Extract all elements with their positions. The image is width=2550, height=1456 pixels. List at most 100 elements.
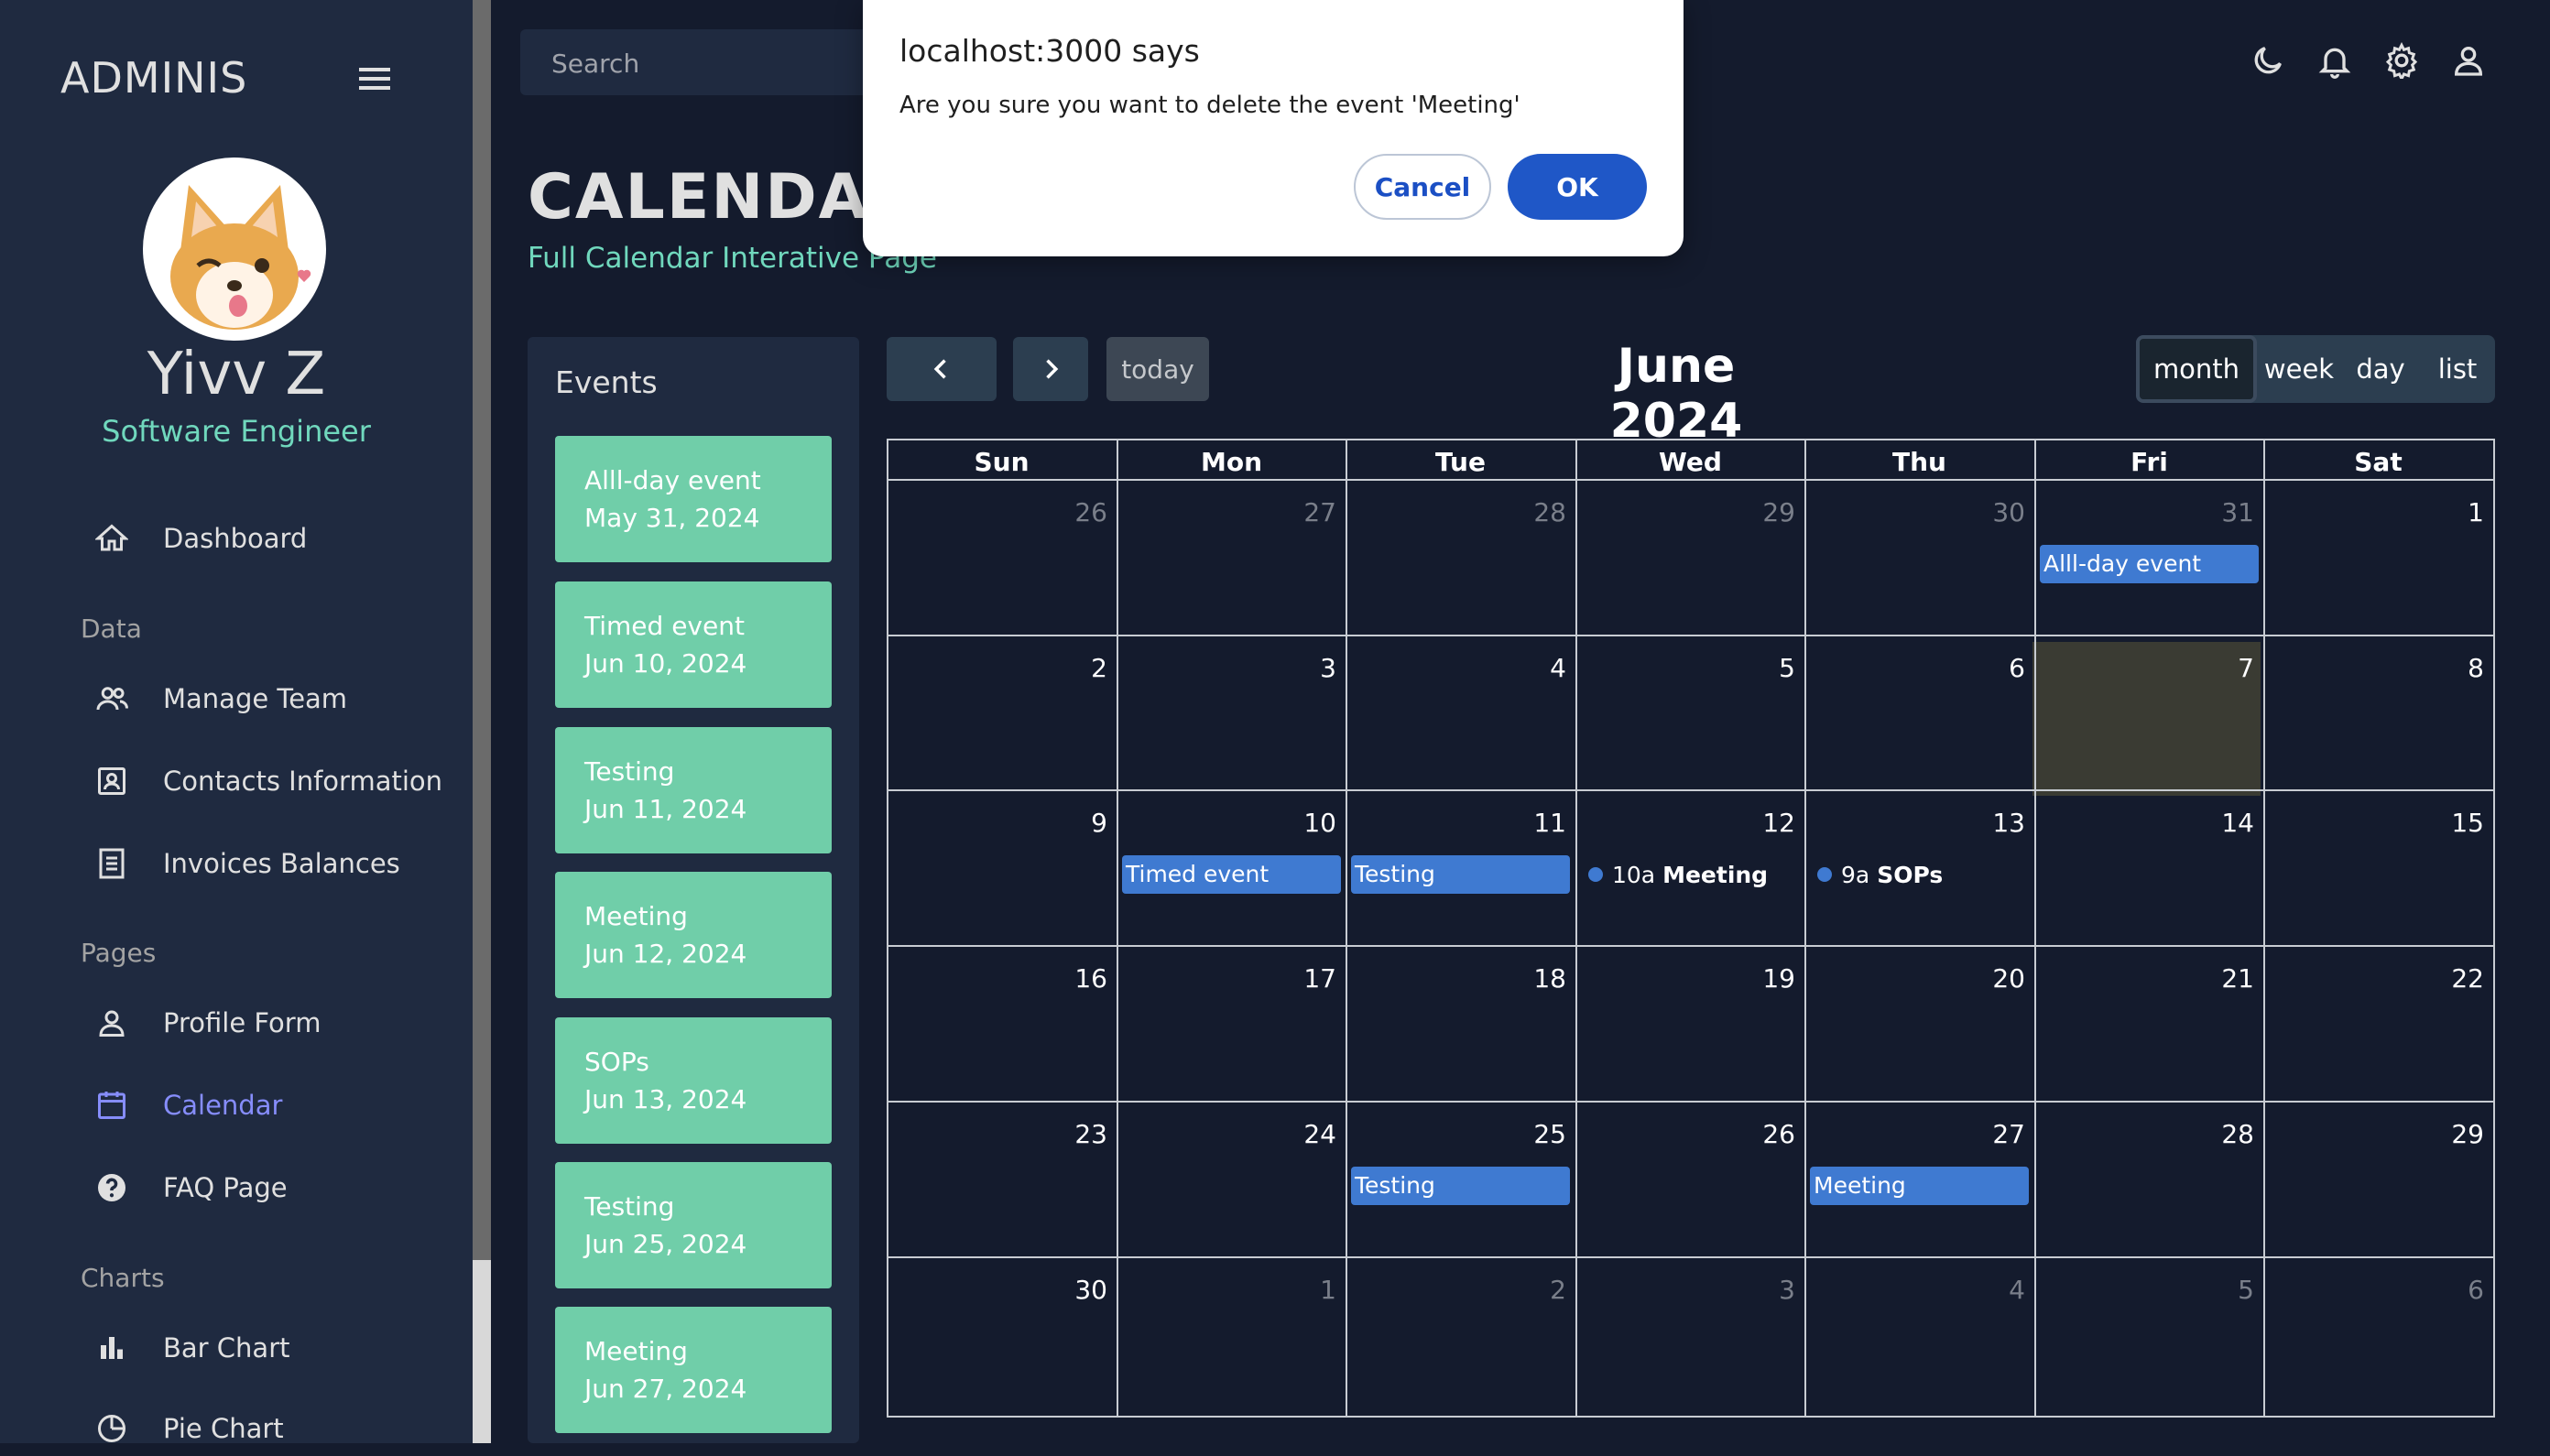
calendar-icon [92, 1085, 132, 1125]
events-panel: Events Alll-day event May 31, 2024 Timed … [528, 337, 859, 1443]
day-number[interactable]: 27 [1970, 1119, 2025, 1149]
event-card[interactable]: Testing Jun 25, 2024 [555, 1162, 832, 1288]
day-number[interactable]: 13 [1970, 808, 2025, 838]
sidebar-item-invoices[interactable]: Invoices Balances [92, 836, 400, 891]
day-number[interactable]: 11 [1511, 808, 1566, 838]
sidebar-item-contacts[interactable]: Contacts Information [92, 754, 442, 809]
day-number[interactable]: 5 [1740, 653, 1795, 683]
grid-column-line [2034, 439, 2036, 1418]
event-card[interactable]: SOPs Jun 13, 2024 [555, 1017, 832, 1144]
day-number[interactable]: 7 [2199, 653, 2254, 683]
grid-row-line [887, 635, 2495, 636]
today-button[interactable]: today [1106, 337, 1209, 401]
day-number[interactable]: 23 [1052, 1119, 1107, 1149]
day-number[interactable]: 3 [1281, 653, 1336, 683]
prev-button[interactable] [887, 337, 997, 401]
event-card[interactable]: Timed event Jun 10, 2024 [555, 581, 832, 708]
view-day-button[interactable]: day [2341, 335, 2420, 403]
day-number[interactable]: 20 [1970, 963, 2025, 994]
event-card[interactable]: Alll-day event May 31, 2024 [555, 436, 832, 562]
day-number[interactable]: 28 [1511, 497, 1566, 527]
dark-mode-icon[interactable] [2250, 42, 2286, 79]
sidebar-item-label: Pie Chart [163, 1413, 284, 1444]
nav-section-pages: Pages [81, 938, 157, 968]
ok-button[interactable]: OK [1508, 154, 1647, 220]
sidebar-item-calendar[interactable]: Calendar [92, 1078, 282, 1133]
day-number[interactable]: 30 [1052, 1275, 1107, 1305]
day-number[interactable]: 18 [1511, 963, 1566, 994]
day-number[interactable]: 1 [1281, 1275, 1336, 1305]
sidebar-scrollbar[interactable] [473, 0, 491, 1443]
sidebar-item-pie-chart[interactable]: Pie Chart [92, 1401, 284, 1456]
calendar-event[interactable]: Alll-day event [2040, 545, 2259, 583]
day-number[interactable]: 16 [1052, 963, 1107, 994]
day-number[interactable]: 24 [1281, 1119, 1336, 1149]
view-list-button[interactable]: list [2420, 335, 2495, 403]
sidebar-item-profile-form[interactable]: Profile Form [92, 995, 321, 1050]
event-time: 10a [1612, 861, 1663, 888]
day-number[interactable]: 22 [2429, 963, 2484, 994]
view-month-button[interactable]: month [2136, 335, 2257, 403]
event-name: Testing [584, 756, 675, 787]
day-number[interactable]: 1 [2429, 497, 2484, 527]
notifications-icon[interactable] [2316, 42, 2353, 79]
day-number[interactable]: 6 [2429, 1275, 2484, 1305]
day-number[interactable]: 19 [1740, 963, 1795, 994]
day-number[interactable]: 5 [2199, 1275, 2254, 1305]
brand-logo: ADMINIS [60, 53, 248, 103]
view-week-button[interactable]: week [2257, 335, 2341, 403]
calendar-event[interactable]: 10a Meeting [1588, 856, 1768, 893]
calendar-event[interactable]: Testing [1351, 855, 1570, 894]
event-card[interactable]: Meeting Jun 12, 2024 [555, 872, 832, 998]
day-number[interactable]: 14 [2199, 808, 2254, 838]
day-number[interactable]: 15 [2429, 808, 2484, 838]
sidebar-item-manage-team[interactable]: Manage Team [92, 671, 347, 726]
weekday-header: Tue [1435, 447, 1486, 477]
event-card[interactable]: Testing Jun 11, 2024 [555, 727, 832, 853]
cancel-button[interactable]: Cancel [1354, 154, 1491, 220]
event-date: Jun 11, 2024 [584, 794, 747, 824]
calendar-event[interactable]: Testing [1351, 1167, 1570, 1205]
day-number[interactable]: 26 [1052, 497, 1107, 527]
day-number[interactable]: 17 [1281, 963, 1336, 994]
day-number[interactable]: 2 [1052, 653, 1107, 683]
day-number[interactable]: 9 [1052, 808, 1107, 838]
day-number[interactable]: 27 [1281, 497, 1336, 527]
event-name: Testing [584, 1191, 675, 1222]
sidebar-item-faq[interactable]: FAQ Page [92, 1160, 288, 1215]
day-number[interactable]: 21 [2199, 963, 2254, 994]
calendar-event[interactable]: Timed event [1122, 855, 1341, 894]
sidebar-scrollbar-thumb[interactable] [473, 1260, 491, 1443]
event-card[interactable]: Meeting Jun 27, 2024 [555, 1307, 832, 1433]
calendar-event[interactable]: Meeting [1810, 1167, 2029, 1205]
day-number[interactable]: 29 [1740, 497, 1795, 527]
day-number[interactable]: 28 [2199, 1119, 2254, 1149]
day-number[interactable]: 3 [1740, 1275, 1795, 1305]
calendar-title: June 2024 [1609, 339, 1743, 449]
day-number[interactable]: 26 [1740, 1119, 1795, 1149]
home-icon [92, 518, 132, 559]
sidebar-item-bar-chart[interactable]: Bar Chart [92, 1320, 290, 1375]
profile-icon[interactable] [2450, 42, 2487, 79]
search-input[interactable] [550, 46, 828, 81]
settings-icon[interactable] [2383, 42, 2420, 79]
sidebar-item-dashboard[interactable]: Dashboard [92, 511, 307, 566]
next-button[interactable] [1013, 337, 1088, 401]
day-number[interactable]: 25 [1511, 1119, 1566, 1149]
calendar-event[interactable]: 9a SOPs [1817, 856, 1943, 893]
grid-column-line [1346, 439, 1347, 1418]
menu-icon[interactable] [359, 66, 390, 92]
day-number[interactable]: 6 [1970, 653, 2025, 683]
day-number[interactable]: 4 [1511, 653, 1566, 683]
day-number[interactable]: 30 [1970, 497, 2025, 527]
grid-row-line [887, 1256, 2495, 1258]
day-number[interactable]: 8 [2429, 653, 2484, 683]
day-number[interactable]: 29 [2429, 1119, 2484, 1149]
day-number[interactable]: 2 [1511, 1275, 1566, 1305]
event-name: Timed event [584, 611, 745, 641]
day-number[interactable]: 4 [1970, 1275, 2025, 1305]
page-title: CALENDAR [528, 161, 919, 234]
day-number[interactable]: 10 [1281, 808, 1336, 838]
day-number[interactable]: 31 [2199, 497, 2254, 527]
day-number[interactable]: 12 [1740, 808, 1795, 838]
